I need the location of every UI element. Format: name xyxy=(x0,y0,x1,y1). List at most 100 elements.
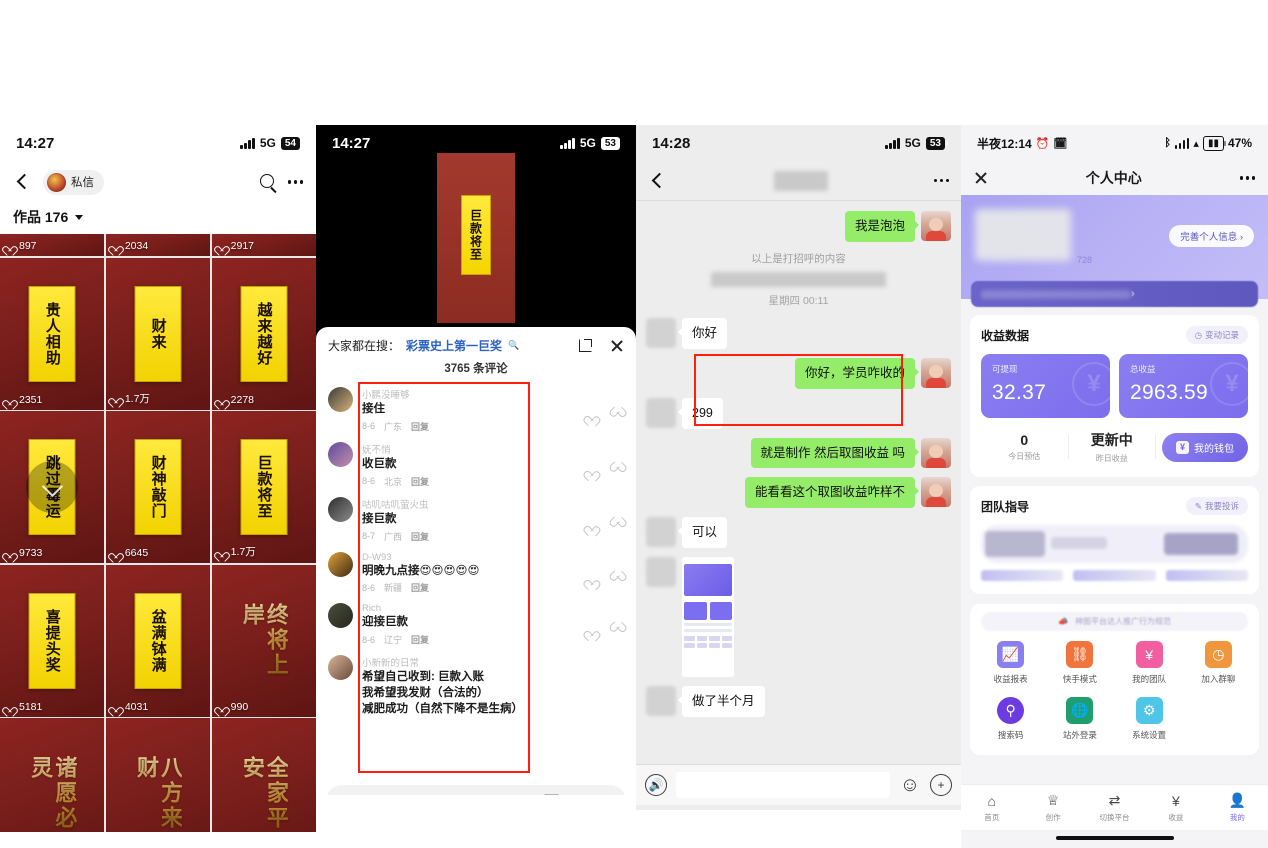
like-icon[interactable] xyxy=(586,521,597,532)
my-wallet-button[interactable]: 我的钱包 xyxy=(1162,432,1248,462)
tab-switch-platform[interactable]: ⇄ 切换平台 xyxy=(1084,792,1145,823)
grid-cell[interactable]: 财神敲门 6645 xyxy=(105,411,211,563)
grid-cell[interactable]: 贵人相助 2351 xyxy=(0,257,105,410)
like-icon[interactable] xyxy=(586,466,597,477)
comment-text: 接住 xyxy=(362,403,385,415)
tool-system-settings[interactable]: ⚙ 系统设置 xyxy=(1115,697,1184,741)
plus-icon[interactable]: + xyxy=(930,774,952,796)
tool-kuaishou-mode[interactable]: ⛓ 快手模式 xyxy=(1045,641,1114,685)
tab-label: 我的 xyxy=(1229,813,1245,822)
comment-input-bar[interactable]: 善语结善缘，恶言伤人心 🖼 @ ☺ xyxy=(326,785,626,795)
tab-home[interactable]: ⌂ 首页 xyxy=(961,792,1022,823)
dislike-icon[interactable] xyxy=(613,466,624,477)
message-row-outgoing[interactable]: 能看看这个取图收益咋样不 xyxy=(646,477,951,509)
hot-search-keyword[interactable]: 彩票史上第一巨奖 xyxy=(406,337,502,354)
expand-icon[interactable] xyxy=(579,339,592,352)
globe-icon: 🌐 xyxy=(1066,697,1094,724)
tab-label: 收益 xyxy=(1168,813,1184,822)
comment-item[interactable]: 咕叽咕叽萤火虫 接巨款 8-7 广西 回复 xyxy=(316,492,636,547)
emoji-icon[interactable]: ☺ xyxy=(899,774,921,796)
tool-external-login[interactable]: 🌐 站外登录 xyxy=(1045,697,1114,741)
tool-earnings-report[interactable]: 📈 收益报表 xyxy=(976,641,1045,685)
promo-banner[interactable]: › xyxy=(971,281,1258,307)
grid-cell[interactable]: 诸愿必灵 2113 xyxy=(0,718,105,832)
hot-search-bar[interactable]: 大家都在搜： 彩票史上第一巨奖 🔍 xyxy=(316,327,636,360)
grid-cell[interactable]: 全家平安 2067 xyxy=(211,718,316,832)
tool-my-team[interactable]: ¥ 我的团队 xyxy=(1115,641,1184,685)
comment-item[interactable]: 小鹏没睡够 接住 8-6 广东 回复 xyxy=(316,382,636,437)
grid-cell-partial[interactable]: 897 xyxy=(0,234,105,256)
message-row-outgoing[interactable]: 就是制作 然后取图收益 吗 xyxy=(646,437,951,469)
message-row-incoming[interactable]: 299 xyxy=(646,397,951,429)
comment-item[interactable]: 妩不悄 收巨款 8-6 北京 回复 xyxy=(316,437,636,492)
message-row-outgoing[interactable]: 你好，学员咋收的 xyxy=(646,357,951,389)
grid-cell[interactable]: 越来越好 2278 xyxy=(211,257,316,410)
search-icon[interactable] xyxy=(259,173,278,192)
grid-cell[interactable]: 财来 1.7万 xyxy=(105,257,211,410)
reply-button[interactable]: 回复 xyxy=(411,530,429,543)
grid-cell[interactable]: 终将上岸 990 xyxy=(211,564,316,717)
grid-cell-partial[interactable]: 2034 xyxy=(105,234,211,256)
reply-button[interactable]: 回复 xyxy=(411,420,429,433)
close-icon[interactable] xyxy=(974,171,988,185)
back-icon[interactable] xyxy=(13,172,33,192)
comment-text: 明晚九点接😍😍😍😍😍 xyxy=(362,564,480,577)
avatar xyxy=(921,211,951,241)
comment-item[interactable]: Rich 迎接巨款 8-6 辽宁 回复 xyxy=(316,598,636,650)
works-tab[interactable]: 作品 176 xyxy=(0,203,316,234)
message-row-incoming[interactable]: 做了半个月 xyxy=(646,686,951,717)
like-icon[interactable] xyxy=(586,575,597,586)
change-record-button[interactable]: ◷ 变动记录 xyxy=(1185,326,1248,344)
dislike-icon[interactable] xyxy=(613,575,624,586)
grid-cell-partial[interactable]: 2917 xyxy=(211,234,316,256)
at-icon[interactable]: @ xyxy=(571,794,586,796)
dislike-icon[interactable] xyxy=(613,626,624,637)
comment-input[interactable]: 善语结善缘，恶言伤人心 xyxy=(339,793,532,795)
video-player[interactable]: 巨款将至 xyxy=(316,153,636,327)
reply-button[interactable]: 回复 xyxy=(411,475,429,488)
dislike-icon[interactable] xyxy=(613,521,624,532)
more-dots-icon[interactable] xyxy=(287,180,303,184)
tab-earnings[interactable]: ¥ 收益 xyxy=(1145,792,1206,823)
tool-join-group[interactable]: ◷ 加入群聊 xyxy=(1184,641,1253,685)
tab-mine[interactable]: 👤 我的 xyxy=(1207,792,1268,823)
tool-search-code[interactable]: ⚲ 搜索码 xyxy=(976,697,1045,741)
complaint-button[interactable]: ✎ 我要投诉 xyxy=(1185,497,1248,515)
message-row-incoming[interactable]: 你好 xyxy=(646,317,951,349)
voice-icon[interactable]: 🔊 xyxy=(645,774,667,796)
stat-total[interactable]: ¥ 总收益 2963.59 xyxy=(1119,354,1248,418)
message-list[interactable]: 我是泡泡 以上是打招呼的内容 星期四 00:11 你好 你好，学员咋收的 299… xyxy=(636,201,961,764)
timestamp: 星期四 00:11 xyxy=(768,294,829,307)
team-content-redacted[interactable] xyxy=(981,525,1248,581)
complete-profile-button[interactable]: 完善个人信息 › xyxy=(1169,225,1254,247)
comment-item[interactable]: 小新新的日常 希望自己收到: 巨款入账 我希望我发财（合法的） 减肥成功（自然下… xyxy=(316,650,636,722)
grid-cell[interactable]: 跳过霉运 9733 xyxy=(0,411,105,563)
like-icon[interactable] xyxy=(586,411,597,422)
grid-cell[interactable]: 喜提头奖 5181 xyxy=(0,564,105,717)
comment-item[interactable]: D-W93 明晚九点接😍😍😍😍😍 8-6 新疆 回复 xyxy=(316,547,636,599)
emoji-icon[interactable]: ☺ xyxy=(598,794,613,796)
message-input[interactable] xyxy=(676,772,890,798)
grid-cell[interactable]: 盆满钵满 4031 xyxy=(105,564,211,717)
reply-button[interactable]: 回复 xyxy=(411,581,429,594)
dm-pill-button[interactable]: 私信 xyxy=(43,169,104,195)
like-count: 2278 xyxy=(217,394,254,406)
back-icon[interactable] xyxy=(648,171,668,191)
image-icon[interactable]: 🖼 xyxy=(543,793,560,795)
close-icon[interactable] xyxy=(610,339,624,353)
more-dots-icon[interactable] xyxy=(1239,176,1255,180)
dislike-icon[interactable] xyxy=(613,411,624,422)
tab-create[interactable]: ♕ 创作 xyxy=(1022,792,1083,823)
grid-cell[interactable]: 八方来财 5576 xyxy=(105,718,211,832)
more-dots-icon[interactable] xyxy=(933,178,949,183)
message-row-outgoing[interactable]: 我是泡泡 xyxy=(646,211,951,242)
like-icon[interactable] xyxy=(586,626,597,637)
image-message[interactable] xyxy=(682,557,734,678)
stat-withdrawable[interactable]: ¥ 可提现 32.37 xyxy=(981,354,1110,418)
message-row-image[interactable] xyxy=(646,557,951,678)
notice-bar[interactable]: 📣 神图平台达人推广行为规范 xyxy=(970,604,1259,631)
comment-list[interactable]: 小鹏没睡够 接住 8-6 广东 回复 妩不悄 收巨款 8-6 北京 回复 咕叽咕… xyxy=(316,382,636,781)
message-row-incoming[interactable]: 可以 xyxy=(646,517,951,549)
grid-cell[interactable]: 巨款将至 1.7万 xyxy=(211,411,316,563)
reply-button[interactable]: 回复 xyxy=(411,633,429,646)
